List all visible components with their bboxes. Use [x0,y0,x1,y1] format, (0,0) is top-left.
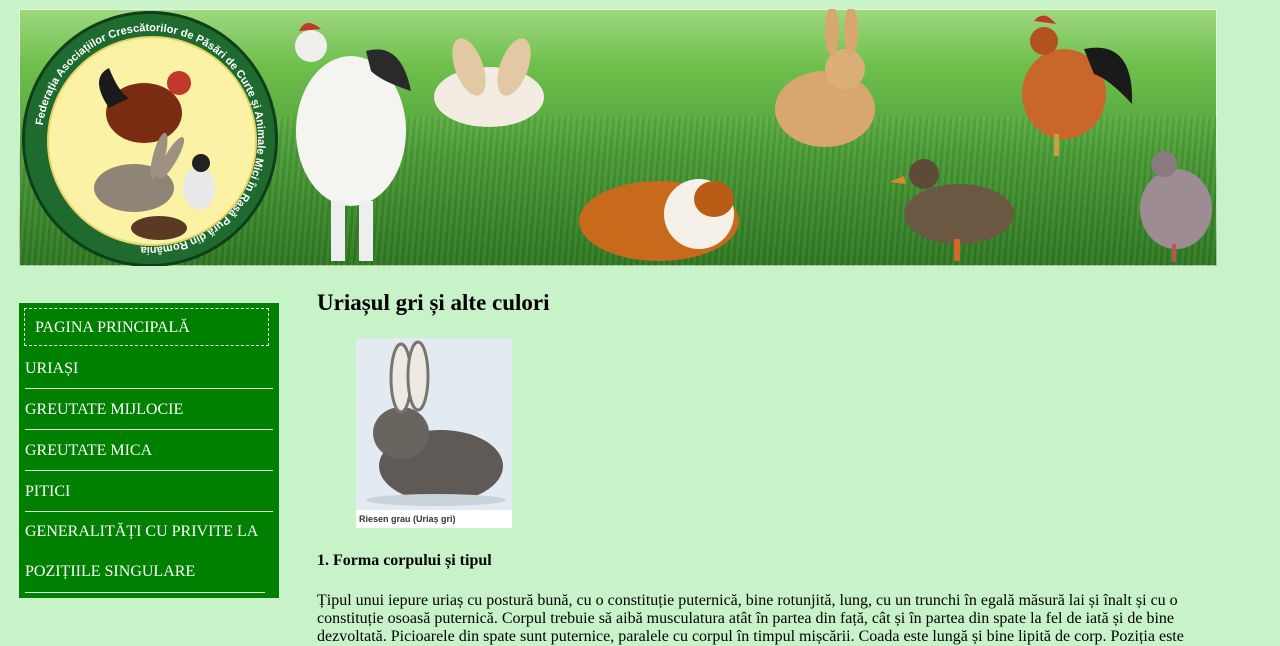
nav-item-greutate-mijlocie[interactable]: GREUTATE MIJLOCIE [25,389,273,430]
rabbit-icon [434,38,544,127]
rabbit-icon [356,338,512,510]
nav-item-generalitati[interactable]: GENERALITĂȚI CU PRIVITE LA POZIȚIILE SIN… [25,512,265,593]
page-title: Uriașul gri și alte culori [317,290,550,315]
nav-item-uriasi[interactable]: URIAȘI [25,348,273,389]
pigeon-icon [1140,151,1212,262]
sidebar-nav: PAGINA PRINCIPALĂ URIAȘI GREUTATE MIJLOC… [19,303,279,598]
section-heading: 1. Forma corpului și tipul [317,552,492,569]
duck-icon [889,159,1014,261]
nav-item-pitici[interactable]: PITICI [25,471,273,512]
nav-item-home[interactable]: PAGINA PRINCIPALĂ [24,308,269,346]
body-paragraph: Țipul unui iepure uriaș cu postură bună,… [317,592,1184,645]
header-banner: Federația Asociațiilor Crescătorilor de … [19,9,1217,266]
federation-logo-icon[interactable]: Federația Asociațiilor Crescătorilor de … [22,11,278,266]
rooster-icon [1022,15,1133,156]
nav-item-greutate-mica[interactable]: GREUTATE MICA [25,430,273,471]
logo-ring-text: Federația Asociațiilor Crescătorilor de … [34,22,267,256]
rabbit-icon [775,9,875,147]
svg-text:Federația Asociațiilor Crescăt: Federația Asociațiilor Crescătorilor de … [34,22,267,256]
guinea-pig-icon [579,179,739,261]
photo-caption: Riesen grau (Uriaș gri) [356,510,512,528]
rooster-icon [295,22,411,261]
rabbit-photo: Riesen grau (Uriaș gri) [356,338,512,528]
